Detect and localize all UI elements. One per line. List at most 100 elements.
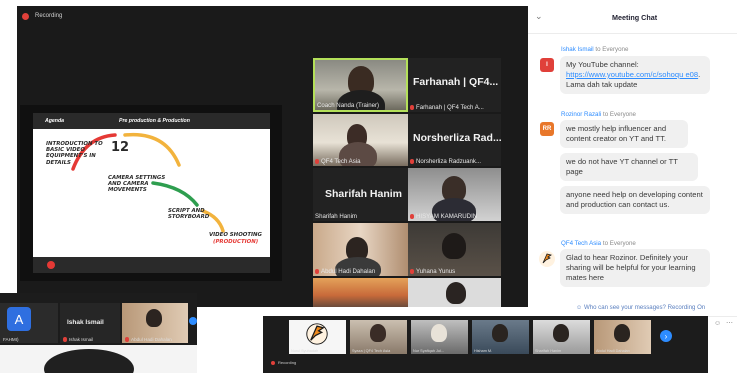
participant-tile[interactable]: QF4 Tech Asia xyxy=(313,114,408,166)
participant-tile[interactable]: Syaza | QF4 Tech Asia xyxy=(350,320,407,354)
participant-big-name: Ishak Ismail xyxy=(67,319,104,326)
mic-muted-icon xyxy=(410,105,414,110)
participant-name: Farhanah | QF4 Tech A... xyxy=(416,104,484,111)
message-link[interactable]: https://www.youtube.com/c/sohoqu e08 xyxy=(566,70,698,79)
chat-title: Meeting Chat xyxy=(612,13,658,22)
privacy-text: Who can see your messages? Recording On xyxy=(583,304,706,311)
participant-big-name: Farhanah | QF4... xyxy=(413,76,499,88)
participant-tile[interactable]: Sharifah Hanim Sharifah Hanim xyxy=(313,168,408,221)
participant-figure xyxy=(370,324,386,342)
avatar: A xyxy=(7,307,31,331)
mic-muted-icon xyxy=(410,269,414,274)
agenda-item-2: Camera settings and camera movements xyxy=(108,175,166,194)
participant-big-name: Sharifah Hanim xyxy=(325,188,403,200)
participant-name: Syaza | QF4 Tech Asia xyxy=(352,349,391,353)
participant-figure xyxy=(44,349,134,373)
participant-name: HISYAM KAMARUDIN xyxy=(416,213,478,220)
participant-tile[interactable]: Sharifah Hanim xyxy=(533,320,590,354)
participant-name-label: HISYAM KAMARUDIN xyxy=(410,213,477,220)
participant-tile[interactable]: Hisham M. xyxy=(472,320,529,354)
participant-name-label: Coach Nanda (Trainer) xyxy=(317,102,379,109)
participant-tile[interactable] xyxy=(408,278,501,307)
participant-name: Coach Nanda (Trainer) xyxy=(317,102,380,109)
chat-header: ⌄ Meeting Chat xyxy=(528,0,737,34)
participant-name: Nur Syafiqah Jul... xyxy=(413,349,445,353)
participant-name-label: Yuhana Yunus xyxy=(410,268,455,275)
more-icon[interactable]: ⋯ xyxy=(726,319,733,327)
participant-name-label: Abdul Hadi Dahalan xyxy=(125,337,172,342)
participant-name: Ishak Ismail xyxy=(69,337,94,342)
participant-name-label: Farhanah | QF4 Tech A... xyxy=(410,104,484,111)
participant-name-label: Abdul Hadi Dahalan xyxy=(315,268,375,275)
sender-name: Ishak Ismail xyxy=(561,46,594,53)
participant-name: FAHMI) xyxy=(3,337,19,342)
participant-tile[interactable]: Abdul Hadi Dahalan xyxy=(594,320,651,354)
participant-tile[interactable]: Coach Nanda (Trainer) xyxy=(313,58,408,112)
participant-tile[interactable]: HISYAM KAMARUDIN xyxy=(408,168,501,221)
participant-name: Abdul Hadi Dahalan xyxy=(131,337,172,342)
participant-tile[interactable]: Nur Syafiqah Jul... xyxy=(411,320,468,354)
participant-big-name: Norsherliza Rad... xyxy=(413,132,501,144)
mic-muted-icon xyxy=(63,337,67,342)
participant-tile[interactable]: Abdul Hadi Dahalan xyxy=(122,303,188,343)
video-feed xyxy=(0,345,197,373)
agenda-item-1: Introduction to basic video equipment's … xyxy=(46,141,103,166)
message-sender: Ishak Ismail to Everyone xyxy=(561,46,628,53)
secondary-meeting-window: A FAHMI) Ishak Ismail Ishak Ismail Abdul… xyxy=(0,293,197,373)
chat-message: Glad to hear Rozinor. Definitely your sh… xyxy=(560,249,710,287)
participant-name: QF4 Tech Asia xyxy=(321,158,361,165)
recording-indicator[interactable]: Recording xyxy=(22,9,62,23)
participant-figure xyxy=(431,324,447,342)
mic-muted-icon xyxy=(410,214,414,219)
next-page-icon[interactable]: › xyxy=(660,330,672,342)
sender-name: Rozinor Razali xyxy=(561,111,602,118)
recording-dot-icon xyxy=(271,360,275,365)
chevron-down-icon[interactable]: ⌄ xyxy=(535,11,543,22)
participant-figure xyxy=(146,309,162,327)
participant-tile[interactable]: Norsherliza Rad... Norsherliza Radzuank.… xyxy=(408,114,501,166)
slide-logo-icon xyxy=(47,261,55,269)
qf4-logo-icon xyxy=(539,251,555,267)
recording-indicator[interactable]: Recording xyxy=(271,360,296,365)
sender-name: QF4 Tech Asia xyxy=(561,240,602,247)
participant-name: Hisham M. xyxy=(474,349,493,353)
mic-muted-icon xyxy=(315,269,319,274)
participant-figure xyxy=(553,324,569,342)
participant-tile[interactable]: Abdul Hadi Dahalan xyxy=(313,223,408,276)
recording-dot-icon xyxy=(22,12,29,20)
avatar: I xyxy=(540,58,554,72)
agenda-item-1-badge: 12 xyxy=(111,140,130,155)
participant-tile[interactable]: A FAHMI) xyxy=(0,303,58,343)
participant-tile[interactable] xyxy=(313,278,408,307)
chat-message: we mostly help influencer and content cr… xyxy=(560,120,688,148)
recording-label: Recording xyxy=(35,13,63,19)
participant-tile[interactable]: Nurul Syuhadah xyxy=(289,320,346,354)
participant-figure xyxy=(614,324,630,342)
next-page-icon[interactable] xyxy=(189,317,197,325)
emoji-icon[interactable]: ☺ xyxy=(714,320,721,327)
recipient-label: to Everyone xyxy=(595,46,629,53)
mic-muted-icon xyxy=(315,159,319,164)
agenda-item-3: Script and storyboard xyxy=(168,208,210,221)
thumbnail-strip-window: Nurul Syuhadah Syaza | QF4 Tech Asia Nur… xyxy=(263,316,708,373)
mic-muted-icon xyxy=(125,337,129,342)
participant-name: Nurul Syuhadah xyxy=(291,349,319,353)
participant-name-label: Sharifah Hanim xyxy=(315,213,357,220)
message-sender: Rozinor Razali to Everyone xyxy=(561,111,636,118)
participant-tile[interactable]: Farhanah | QF4... Farhanah | QF4 Tech A.… xyxy=(408,58,501,112)
slide-footer xyxy=(33,257,270,273)
participant-tile[interactable]: Yuhana Yunus xyxy=(408,223,501,276)
mic-muted-icon xyxy=(410,159,414,164)
chat-privacy-notice[interactable]: ☺ Who can see your messages? Recording O… xyxy=(576,304,705,311)
participant-tile[interactable]: Ishak Ismail Ishak Ismail xyxy=(60,303,120,343)
agenda-item-4-sub: (Production) xyxy=(213,239,259,245)
participant-figure xyxy=(492,324,508,342)
screen: Recording Agenda Pre production & Produc… xyxy=(0,0,737,373)
participant-name-label: Norsherliza Radzuank... xyxy=(410,158,481,165)
qf4-logo-icon xyxy=(306,323,328,345)
agenda-item-4: Video shooting xyxy=(209,232,262,238)
participant-name-label: QF4 Tech Asia xyxy=(315,158,361,165)
participant-name: Abdul Hadi Dahalan xyxy=(321,268,376,275)
participant-figure xyxy=(446,282,466,304)
people-icon: ☺ xyxy=(576,304,583,311)
